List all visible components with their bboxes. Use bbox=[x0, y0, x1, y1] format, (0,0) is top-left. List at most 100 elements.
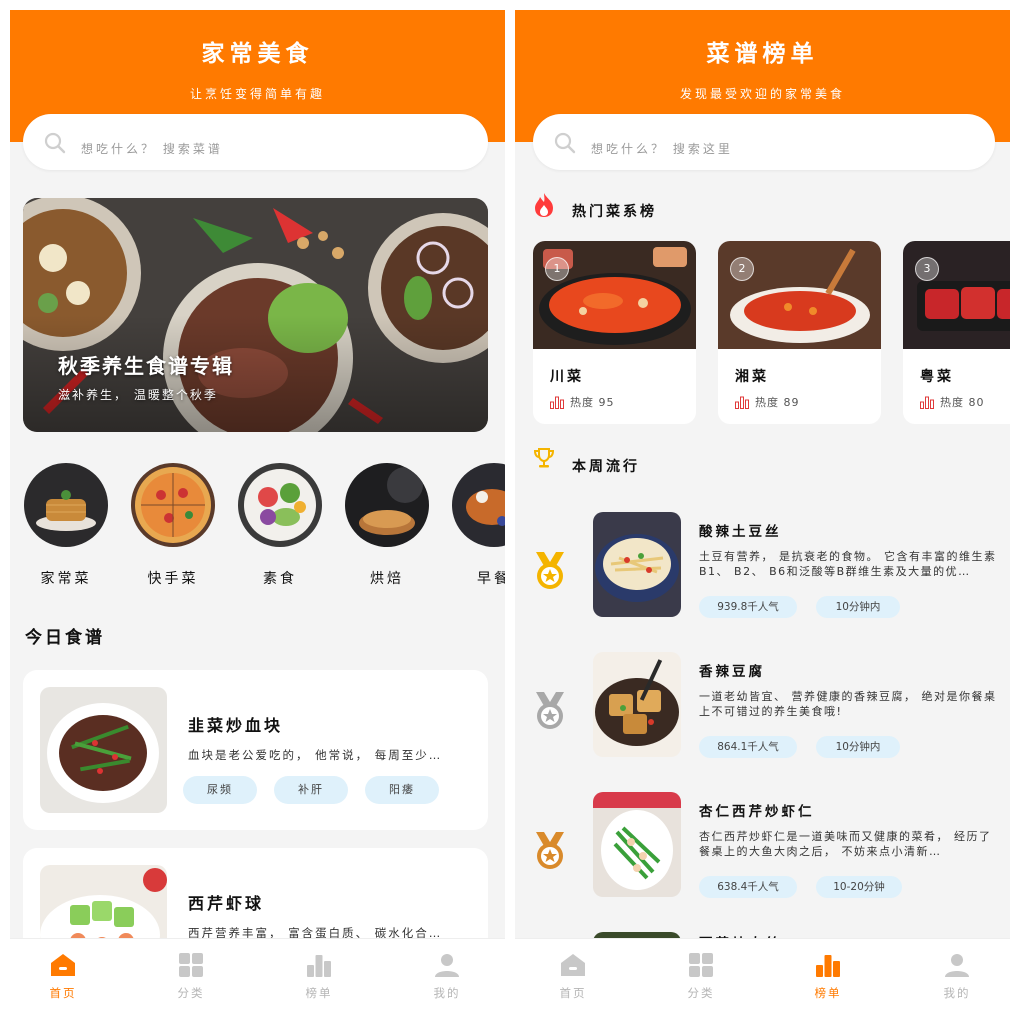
heat-value: 热度 80 bbox=[940, 396, 985, 409]
home-screen: 家常美食 让烹饪变得简单有趣 想吃什么？ 搜索菜谱 秋季养生食谱专辑 滋补养生，… bbox=[10, 10, 505, 1020]
category-label: 素食 bbox=[263, 571, 297, 587]
time-chip: 10-20分钟 bbox=[816, 876, 902, 898]
category-label: 家常菜 bbox=[40, 571, 92, 587]
heat-value: 热度 95 bbox=[570, 396, 615, 409]
trending-item[interactable]: 香辣豆腐 一道老幼皆宜、 营养健康的香辣豆腐， 绝对是你餐桌上不可错过的养生美食… bbox=[515, 652, 1010, 772]
ranking-icon bbox=[307, 955, 331, 977]
screenshot-stage: 家常美食 让烹饪变得简单有趣 想吃什么？ 搜索菜谱 秋季养生食谱专辑 滋补养生，… bbox=[0, 0, 1020, 1020]
ranking-search-bar[interactable]: 想吃什么？ 搜索这里 bbox=[533, 114, 995, 170]
search-placeholder: 想吃什么？ 搜索菜谱 bbox=[81, 142, 223, 156]
trending-name: 杏仁西芹炒虾仁 bbox=[699, 804, 815, 820]
ranking-subtitle: 发现最受欢迎的家常美食 bbox=[679, 87, 845, 101]
category-item[interactable]: 烘焙 bbox=[344, 463, 430, 588]
user-icon bbox=[435, 954, 459, 977]
cuisine-heat: 热度 95 bbox=[550, 394, 615, 410]
rank-number: 1 bbox=[545, 257, 569, 281]
trophy-icon bbox=[533, 448, 555, 468]
home-icon bbox=[561, 954, 585, 976]
ranking-icon bbox=[816, 955, 840, 977]
banner-title: 秋季养生食谱专辑 bbox=[58, 354, 234, 378]
nav-home[interactable]: 首页 bbox=[33, 953, 93, 1001]
nav-mine[interactable]: 我的 bbox=[417, 953, 477, 1001]
home-subtitle: 让烹饪变得简单有趣 bbox=[189, 87, 325, 101]
cuisine-name: 湘菜 bbox=[735, 369, 769, 385]
category-image bbox=[131, 463, 215, 547]
trending-name: 香辣豆腐 bbox=[699, 664, 765, 680]
nav-label: 首页 bbox=[559, 986, 587, 1000]
gold-medal-icon bbox=[536, 552, 564, 589]
category-item[interactable]: 快手菜 bbox=[130, 463, 216, 588]
popularity-chip: 939.8千人气 bbox=[699, 596, 797, 618]
ranking-screen: 菜谱榜单 发现最受欢迎的家常美食 想吃什么？ 搜索这里 热门菜系榜 1 川菜 热… bbox=[515, 10, 1010, 1020]
chart-icon bbox=[920, 396, 934, 409]
recipe-tag[interactable]: 阳痿 bbox=[365, 776, 439, 804]
cuisine-name: 粤菜 bbox=[920, 369, 954, 385]
fire-icon bbox=[535, 193, 553, 217]
promo-banner[interactable]: 秋季养生食谱专辑 滋补养生， 温暖整个秋季 bbox=[23, 198, 488, 432]
category-item[interactable]: 素食 bbox=[237, 463, 323, 588]
home-search-bar[interactable]: 想吃什么？ 搜索菜谱 bbox=[23, 114, 488, 170]
cuisine-rank-card[interactable]: 3 粤菜 热度 80 bbox=[903, 241, 1010, 424]
popularity-chip: 864.1千人气 bbox=[699, 736, 797, 758]
trending-name: 酸辣土豆丝 bbox=[699, 524, 782, 540]
category-image bbox=[238, 463, 322, 547]
cuisine-heat: 热度 89 bbox=[735, 394, 800, 410]
hot-cuisines-title: 热门菜系榜 bbox=[572, 204, 657, 220]
nav-label: 榜单 bbox=[814, 986, 842, 1000]
trending-image bbox=[593, 512, 681, 617]
trending-description: 土豆有营养， 是抗衰老的食物。 它含有丰富的维生素B1、 B2、 B6和泛酸等B… bbox=[699, 550, 997, 578]
nav-ranking[interactable]: 榜单 bbox=[289, 953, 349, 1001]
nav-ranking[interactable]: 榜单 bbox=[798, 953, 858, 1001]
rank-number: 3 bbox=[915, 257, 939, 281]
recipe-title: 西芹虾球 bbox=[188, 894, 265, 913]
category-image bbox=[24, 463, 108, 547]
ranking-title: 菜谱榜单 bbox=[706, 41, 819, 67]
silver-medal-icon bbox=[536, 692, 564, 729]
home-title: 家常美食 bbox=[201, 41, 314, 67]
trending-item[interactable]: 杏仁西芹炒虾仁 杏仁西芹炒虾仁是一道美味而又健康的菜肴， 经历了餐桌上的大鱼大肉… bbox=[515, 792, 1010, 912]
user-icon bbox=[945, 954, 969, 977]
nav-label: 分类 bbox=[687, 986, 715, 1000]
bronze-medal-icon bbox=[536, 832, 564, 869]
bottom-nav: 首页 分类 榜单 我的 bbox=[515, 938, 1010, 1020]
cuisine-rank-card[interactable]: 2 湘菜 热度 89 bbox=[718, 241, 881, 424]
today-recipes-title: 今日食谱 bbox=[25, 628, 105, 648]
cuisine-rank-card[interactable]: 1 川菜 热度 95 bbox=[533, 241, 696, 424]
bottom-nav: 首页 分类 榜单 我的 bbox=[10, 938, 505, 1020]
category-item[interactable]: 家常菜 bbox=[23, 463, 109, 588]
category-item[interactable]: 早餐 bbox=[451, 463, 505, 588]
rank-number: 2 bbox=[730, 257, 754, 281]
recipe-image bbox=[40, 687, 167, 813]
time-chip: 10分钟内 bbox=[816, 736, 900, 758]
trending-image bbox=[593, 652, 681, 757]
category-carousel[interactable]: 家常菜 快手菜 素食 烘焙 早餐 bbox=[23, 463, 505, 593]
recipe-tag[interactable]: 尿频 bbox=[183, 776, 257, 804]
category-image bbox=[345, 463, 429, 547]
time-chip: 10分钟内 bbox=[816, 596, 900, 618]
chart-icon bbox=[735, 396, 749, 409]
category-label: 早餐 bbox=[477, 571, 505, 587]
popularity-chip: 638.4千人气 bbox=[699, 876, 797, 898]
category-image bbox=[452, 463, 505, 547]
banner-subtitle: 滋补养生， 温暖整个秋季 bbox=[58, 388, 218, 402]
cuisine-heat: 热度 80 bbox=[920, 394, 985, 410]
category-label: 快手菜 bbox=[147, 571, 199, 587]
nav-category[interactable]: 分类 bbox=[161, 953, 221, 1001]
nav-label: 我的 bbox=[943, 986, 971, 1000]
nav-mine[interactable]: 我的 bbox=[927, 953, 987, 1001]
recipe-tag[interactable]: 补肝 bbox=[274, 776, 348, 804]
nav-category[interactable]: 分类 bbox=[671, 953, 731, 1001]
trending-image bbox=[593, 792, 681, 897]
grid-icon bbox=[689, 953, 713, 977]
search-placeholder: 想吃什么？ 搜索这里 bbox=[591, 142, 733, 156]
weekly-trending-title: 本周流行 bbox=[572, 459, 640, 475]
nav-label: 我的 bbox=[433, 986, 461, 1000]
category-label: 烘焙 bbox=[370, 571, 404, 587]
nav-home[interactable]: 首页 bbox=[543, 953, 603, 1001]
home-icon bbox=[51, 954, 75, 976]
trending-item[interactable]: 酸辣土豆丝 土豆有营养， 是抗衰老的食物。 它含有丰富的维生素B1、 B2、 B… bbox=[515, 512, 1010, 632]
nav-label: 首页 bbox=[49, 986, 77, 1000]
cuisine-name: 川菜 bbox=[550, 369, 584, 385]
recipe-card[interactable]: 韭菜炒血块 血块是老公爱吃的， 他常说， 每周至少… 尿频 补肝 阳痿 bbox=[23, 670, 488, 830]
cuisine-image bbox=[903, 241, 1010, 349]
